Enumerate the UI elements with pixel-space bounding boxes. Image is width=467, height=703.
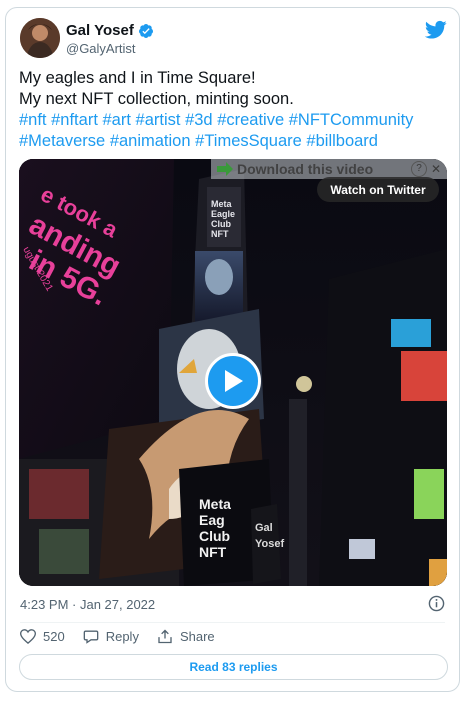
bottom-line1: Meta xyxy=(199,496,231,512)
reply-label: Reply xyxy=(105,629,139,644)
author-handle[interactable]: @GalyArtist xyxy=(66,41,136,56)
download-arrow-icon xyxy=(217,162,233,176)
like-button[interactable]: 520 xyxy=(20,629,65,644)
download-label: Download this video xyxy=(237,161,374,177)
reply-button[interactable]: Reply xyxy=(83,629,139,644)
like-count: 520 xyxy=(43,629,65,644)
side-line1: Gal xyxy=(255,522,273,534)
help-icon[interactable]: ? xyxy=(411,161,427,177)
tower-line1: Meta xyxy=(211,199,232,209)
author-name[interactable]: Gal Yosef xyxy=(66,22,134,39)
close-icon[interactable]: ✕ xyxy=(431,162,443,176)
reply-icon xyxy=(83,630,99,644)
hashtag[interactable]: #animation xyxy=(110,132,191,150)
watch-on-twitter-button[interactable]: Watch on Twitter xyxy=(317,177,439,202)
play-icon xyxy=(225,370,243,392)
tweet-line-1: My eagles and I in Time Square! xyxy=(19,69,256,87)
verified-badge-icon xyxy=(138,23,153,38)
author-name-row: Gal Yosef xyxy=(66,22,154,39)
heart-icon xyxy=(20,629,36,644)
share-button[interactable]: Share xyxy=(157,629,215,644)
twitter-bird-icon[interactable] xyxy=(425,20,447,40)
tweet-timestamp[interactable]: 4:23 PM · Jan 27, 2022 xyxy=(20,597,155,612)
tower-line3: Club xyxy=(211,219,231,229)
bottom-line2: Eag xyxy=(199,512,225,528)
download-video-bar[interactable]: Download this video ? ✕ xyxy=(211,159,447,179)
hashtag[interactable]: #NFTCommunity xyxy=(289,111,414,129)
hashtag[interactable]: #artist xyxy=(136,111,181,129)
tower-line4: NFT xyxy=(211,229,229,239)
hashtag[interactable]: #3d xyxy=(185,111,213,129)
tweet-line-2: My next NFT collection, minting soon. xyxy=(19,90,294,108)
hashtag-line-1: #nft #nftart #art #artist #3d #creative … xyxy=(19,110,449,131)
hashtag[interactable]: #nftart xyxy=(51,111,98,129)
tweet-card: Gal Yosef @GalyArtist My eagles and I in… xyxy=(5,7,460,692)
video-player[interactable]: e took a anding in 5G. ugust 2021 Meta E… xyxy=(19,159,447,586)
share-label: Share xyxy=(179,629,215,644)
hashtag[interactable]: #creative xyxy=(217,111,284,129)
tower-line2: Eagle xyxy=(211,209,235,219)
play-button[interactable] xyxy=(205,353,261,409)
divider xyxy=(20,622,445,623)
hashtag[interactable]: #Metaverse xyxy=(19,132,105,150)
hashtag[interactable]: #TimesSquare xyxy=(195,132,302,150)
tweet-text: My eagles and I in Time Square! My next … xyxy=(19,68,449,152)
action-bar: 520 Reply Share xyxy=(20,629,233,644)
hashtag-line-2: #Metaverse #animation #TimesSquare #bill… xyxy=(19,131,449,152)
bottom-line4: NFT xyxy=(199,544,227,560)
read-replies-button[interactable]: Read 83 replies xyxy=(19,654,448,680)
hashtag[interactable]: #billboard xyxy=(306,132,378,150)
hashtag[interactable]: #nft xyxy=(19,111,47,129)
info-icon[interactable] xyxy=(428,595,445,612)
bottom-line3: Club xyxy=(199,528,230,544)
avatar[interactable] xyxy=(20,18,60,58)
hashtag[interactable]: #art xyxy=(103,111,131,129)
side-line2: Yosef xyxy=(255,538,284,550)
share-icon xyxy=(158,629,172,644)
